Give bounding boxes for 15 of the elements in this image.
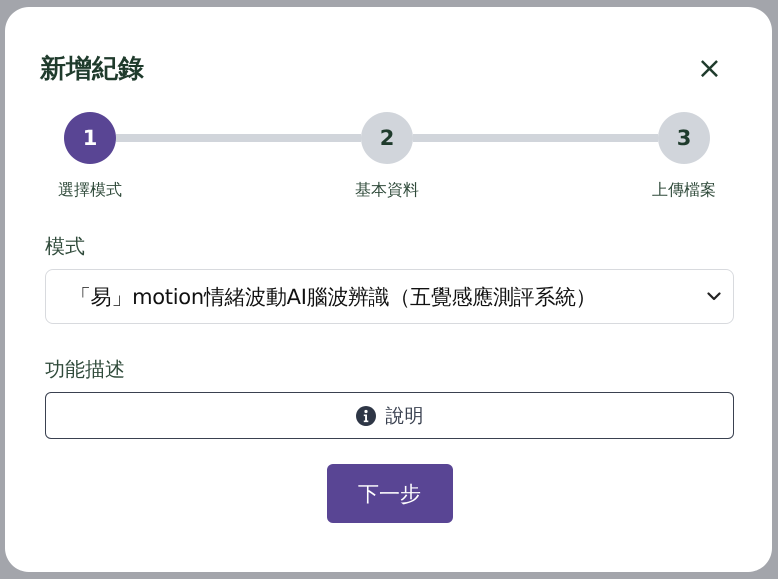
info-icon bbox=[356, 406, 376, 426]
step-number: 3 bbox=[658, 112, 710, 164]
field-label: 模式 bbox=[45, 233, 86, 260]
next-button[interactable]: 下一步 bbox=[326, 464, 452, 523]
chevron-down-icon bbox=[707, 292, 721, 301]
step-number: 2 bbox=[361, 112, 413, 164]
close-button[interactable]: × bbox=[692, 54, 726, 84]
info-button[interactable]: 說明 bbox=[45, 392, 734, 439]
field-label: 功能描述 bbox=[45, 356, 126, 383]
mode-select[interactable]: 「易」motion情緒波動AI腦波辨識（五覺感應測評系統） bbox=[45, 269, 734, 324]
step-label: 上傳檔案 bbox=[652, 180, 716, 201]
step-number: 1 bbox=[64, 112, 116, 164]
dialog-title: 新增紀錄 bbox=[40, 53, 144, 86]
step-label: 基本資料 bbox=[355, 180, 419, 201]
step-label: 選擇模式 bbox=[58, 180, 122, 201]
